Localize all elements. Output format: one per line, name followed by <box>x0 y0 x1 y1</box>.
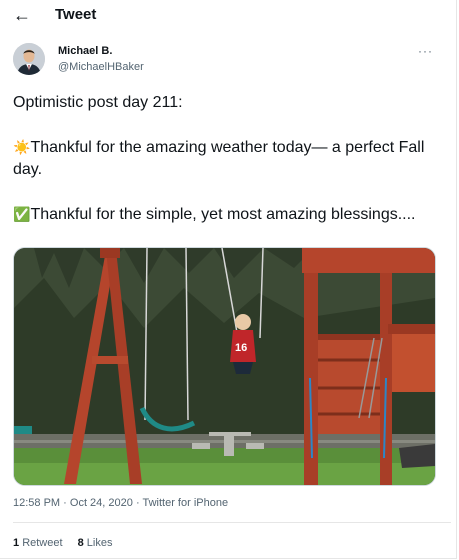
tweet-paragraph-3: ✅Thankful for the simple, yet most amazi… <box>13 203 438 226</box>
tweet-paragraph-2: ☀️Thankful for the amazing weather today… <box>13 136 438 181</box>
tweet-text: Optimistic post day 211: ☀️Thankful for … <box>13 92 438 248</box>
author-handle[interactable]: @MichaelHBaker <box>58 61 144 73</box>
retweets-label: Retweet <box>22 537 63 549</box>
retweets-stat[interactable]: 1 Retweet <box>13 537 63 549</box>
page-title: Tweet <box>55 6 97 23</box>
tweet-page: ← Tweet Michael B. @MichaelHBaker ··· Op… <box>0 0 457 559</box>
tweet-stats: 1 Retweet 8 Likes <box>13 537 124 549</box>
avatar[interactable] <box>13 43 45 75</box>
tweet-line-1: Optimistic post day 211: <box>13 94 183 111</box>
tweet-line-2: Thankful for the amazing weather today— … <box>13 139 425 178</box>
tweet-line-3: Thankful for the simple, yet most amazin… <box>30 206 416 223</box>
jersey-number: 16 <box>235 342 247 354</box>
tweet-date[interactable]: Oct 24, 2020 <box>70 497 133 509</box>
more-horizontal-icon[interactable]: ··· <box>418 44 433 58</box>
likes-label: Likes <box>86 537 113 549</box>
tweet-time[interactable]: 12:58 PM <box>13 497 60 509</box>
tweet-source[interactable]: Twitter for iPhone <box>142 497 228 509</box>
tweet-timestamp: 12:58 PM · Oct 24, 2020 · Twitter for iP… <box>13 497 229 509</box>
tweet-photo[interactable]: 16 <box>13 247 436 486</box>
arrow-left-icon[interactable]: ← <box>10 4 34 26</box>
page-header: ← Tweet <box>0 0 456 32</box>
likes-count: 8 <box>77 537 84 549</box>
likes-stat[interactable]: 8 Likes <box>78 537 113 549</box>
retweets-count: 1 <box>13 537 20 549</box>
check-emoji-icon: ✅ <box>13 206 31 222</box>
sun-emoji-icon: ☀️ <box>13 139 31 155</box>
author-name[interactable]: Michael B. <box>58 45 112 57</box>
divider <box>13 522 451 523</box>
